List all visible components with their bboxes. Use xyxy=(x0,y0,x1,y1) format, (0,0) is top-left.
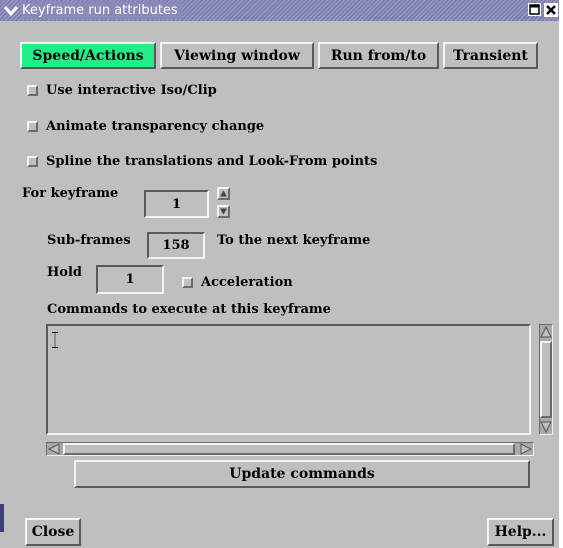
scroll-up-icon[interactable] xyxy=(540,326,552,338)
commands-label: Commands to execute at this keyframe xyxy=(47,302,331,317)
hold-input[interactable] xyxy=(96,265,164,294)
tab-run-from-to[interactable]: Run from/to xyxy=(318,42,439,69)
spline-checkbox[interactable] xyxy=(27,155,38,167)
hold-label: Hold xyxy=(47,265,82,280)
arrow-up-icon[interactable] xyxy=(217,187,230,200)
acceleration-label: Acceleration xyxy=(201,274,293,290)
help-button[interactable]: Help... xyxy=(487,518,554,546)
spline-label: Spline the translations and Look-From po… xyxy=(46,153,378,169)
text-cursor-icon xyxy=(52,332,58,348)
update-commands-button[interactable]: Update commands xyxy=(74,460,530,488)
scroll-down-icon[interactable] xyxy=(540,421,552,433)
transparency-checkbox[interactable] xyxy=(27,120,38,132)
option-interactive-iso-clip[interactable]: Use interactive Iso/Clip xyxy=(27,80,217,100)
subframes-input[interactable] xyxy=(147,232,205,259)
commands-horizontal-scrollbar[interactable] xyxy=(46,442,534,456)
chevron-down-icon[interactable] xyxy=(3,2,19,18)
acceleration-checkbox[interactable] xyxy=(182,276,193,288)
subframes-label: Sub-frames xyxy=(47,233,131,248)
window-title: Keyframe run attributes xyxy=(22,2,182,19)
iso-clip-label: Use interactive Iso/Clip xyxy=(46,82,217,98)
keyframe-input[interactable] xyxy=(144,190,209,218)
commands-vertical-scrollbar[interactable] xyxy=(539,324,553,435)
title-bar[interactable]: Keyframe run attributes xyxy=(0,0,559,21)
tab-transient[interactable]: Transient xyxy=(443,42,538,69)
option-animate-transparency[interactable]: Animate transparency change xyxy=(27,116,264,136)
tab-speed-actions[interactable]: Speed/Actions xyxy=(20,42,156,69)
window-left-edge xyxy=(0,504,4,532)
tab-viewing-window[interactable]: Viewing window xyxy=(160,42,314,69)
close-icon[interactable] xyxy=(544,3,558,17)
arrow-down-icon[interactable] xyxy=(217,205,230,218)
maximize-icon[interactable] xyxy=(528,3,541,16)
subframes-suffix: To the next keyframe xyxy=(217,233,371,248)
option-spline-translations[interactable]: Spline the translations and Look-From po… xyxy=(27,151,377,171)
keyframe-label: For keyframe xyxy=(22,186,119,201)
keyframe-run-attributes-window: Keyframe run attributes Speed/Actions Vi… xyxy=(0,0,559,548)
option-acceleration[interactable]: Acceleration xyxy=(182,272,293,292)
commands-textarea[interactable] xyxy=(46,324,531,435)
scroll-left-icon[interactable] xyxy=(48,443,60,455)
close-button[interactable]: Close xyxy=(25,518,81,546)
horizontal-scroll-thumb[interactable] xyxy=(63,443,515,455)
transparency-label: Animate transparency change xyxy=(46,118,265,134)
vertical-scroll-thumb[interactable] xyxy=(540,341,552,418)
scroll-right-icon[interactable] xyxy=(520,443,532,455)
iso-clip-checkbox[interactable] xyxy=(27,84,38,96)
